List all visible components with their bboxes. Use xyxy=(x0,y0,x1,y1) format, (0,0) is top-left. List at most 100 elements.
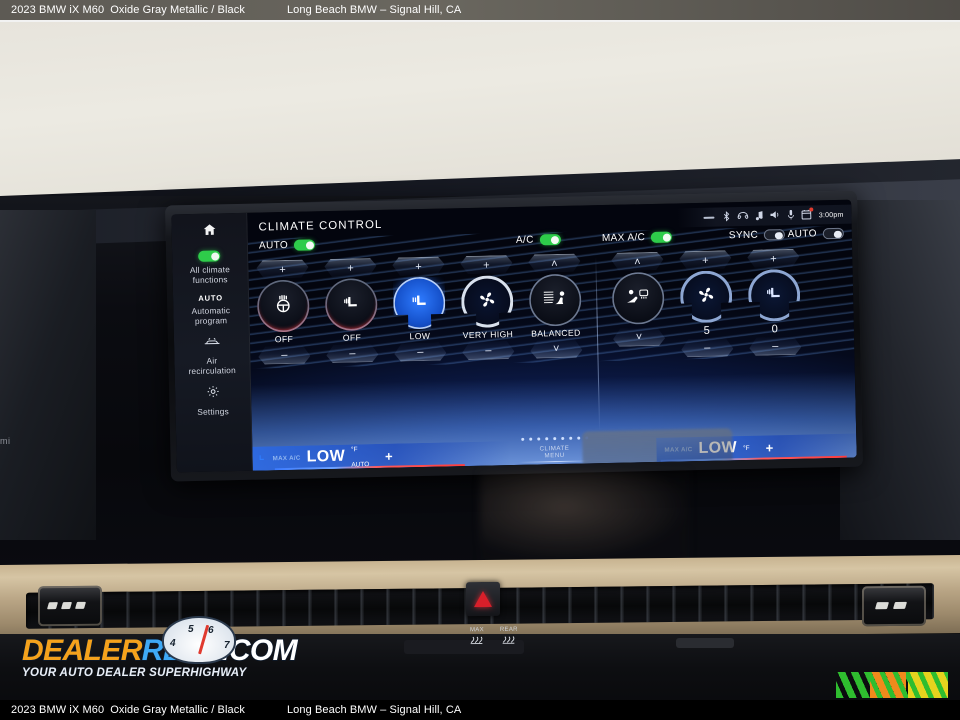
climate-menu-button[interactable]: CLIMATE MENU xyxy=(516,444,592,463)
display-glass[interactable]: All climate functions AUTO Automatic pro… xyxy=(171,199,857,473)
max-ac-label-left: MAX A/C xyxy=(272,454,301,462)
dial-face[interactable] xyxy=(748,269,801,322)
caption-colors-top: Oxide Gray Metallic / Black xyxy=(110,4,245,16)
sidebar-label-automatic-2: program xyxy=(194,315,228,326)
decrease-button[interactable]: – xyxy=(326,344,378,363)
fan-icon xyxy=(477,289,498,314)
all-climate-functions-toggle[interactable] xyxy=(198,250,221,262)
dial-fan-speed-driver[interactable]: + VERY HIGH – xyxy=(452,255,524,444)
dial-face[interactable] xyxy=(680,270,733,323)
dial-face[interactable] xyxy=(528,273,582,327)
left-pillar xyxy=(0,210,96,540)
increase-button[interactable]: + xyxy=(747,249,799,268)
max-defrost-button[interactable]: MAX xyxy=(470,627,484,647)
air-recirculation-icon[interactable] xyxy=(201,334,221,352)
driver-zone[interactable]: + OFF – + OFF – + LOW – + VERY HIGH – ˄ … xyxy=(248,253,592,448)
vent-left[interactable] xyxy=(38,585,102,627)
status-clock: 3:00pm xyxy=(818,211,844,220)
decrease-button[interactable]: – xyxy=(749,337,801,356)
increase-button[interactable]: + xyxy=(256,259,308,278)
phone-icon xyxy=(738,211,749,222)
decrease-button[interactable]: – xyxy=(258,345,310,364)
dial-steering-wheel-heating[interactable]: + OFF – xyxy=(248,259,320,448)
vent-right[interactable] xyxy=(862,585,926,627)
bluetooth-icon xyxy=(723,210,731,223)
seat-climate-icon[interactable] xyxy=(255,452,266,466)
increase-button[interactable]: + xyxy=(392,257,444,276)
caption-bar-bottom: 2023 BMW iX M60 Oxide Gray Metallic / Bl… xyxy=(0,700,960,720)
decrease-button[interactable]: – xyxy=(462,341,514,360)
rear-defrost-button[interactable]: REAR xyxy=(500,627,518,647)
toggle-switch-sync[interactable] xyxy=(764,229,786,241)
driver-temp-value[interactable]: LOW xyxy=(306,448,345,467)
dial-face[interactable] xyxy=(256,279,310,333)
auto-text-icon: AUTO xyxy=(198,293,223,303)
passenger-temp-increase-button[interactable]: + xyxy=(765,440,773,455)
dial-fan-speed-passenger[interactable]: + 5 – xyxy=(671,250,743,439)
dial-air-distribution-passenger[interactable]: ˄ ˅ xyxy=(603,252,675,441)
toggle-label: AUTO xyxy=(258,239,289,252)
toggle-auto-driver[interactable]: AUTO xyxy=(258,239,316,252)
home-icon[interactable] xyxy=(202,222,216,241)
decrease-button[interactable]: – xyxy=(394,342,446,361)
gear-icon[interactable] xyxy=(205,384,219,403)
dial-seat-heating-driver[interactable]: + OFF – xyxy=(316,258,388,447)
passenger-zone[interactable]: ˄ ˅ + 5 – + 0 – xyxy=(603,249,811,441)
climate-sidebar[interactable]: All climate functions AUTO Automatic pro… xyxy=(171,212,253,473)
defrost-icon xyxy=(470,633,484,647)
toggle-switch-auto-driver[interactable] xyxy=(294,239,316,251)
zone-divider xyxy=(595,257,601,432)
hazard-warning-icon xyxy=(474,590,492,608)
dial-value: 0 xyxy=(771,323,779,336)
toggle-label: AUTO xyxy=(787,228,817,241)
increase-button[interactable]: + xyxy=(324,258,376,277)
caption-vehicle-top: 2023 BMW iX M60 xyxy=(11,4,105,16)
dial-air-distribution-driver[interactable]: ˄ BALANCED ˅ xyxy=(520,253,592,442)
toggle-auto-passenger[interactable]: AUTO xyxy=(787,227,844,241)
steering-wheel-heat-icon xyxy=(272,292,295,319)
decrease-button[interactable]: – xyxy=(681,338,733,357)
dial-seat-heating-passenger[interactable]: + 0 – xyxy=(739,249,811,438)
dial-face[interactable] xyxy=(324,277,378,332)
up-button[interactable]: ˄ xyxy=(611,252,663,271)
dial-value: OFF xyxy=(342,332,362,343)
increase-button[interactable]: + xyxy=(679,250,731,269)
climate-menu-line2: MENU xyxy=(544,451,565,459)
rear-defrost-icon xyxy=(500,633,518,647)
caption-dealer-top: Long Beach BMW – Signal Hill, CA xyxy=(286,4,462,16)
minimize-icon[interactable] xyxy=(703,216,715,219)
dial-face[interactable] xyxy=(611,271,665,325)
down-button[interactable]: ˅ xyxy=(613,328,665,347)
driver-temp-increase-button[interactable]: + xyxy=(385,448,393,463)
down-button[interactable]: ˅ xyxy=(530,340,582,359)
climate-zones[interactable]: + OFF – + OFF – + LOW – + VERY HIGH – ˄ … xyxy=(248,248,856,449)
gauge-number-7: 7 xyxy=(224,640,230,651)
dashboard-slot-right xyxy=(676,638,734,648)
music-note-icon xyxy=(756,210,764,222)
caption-bar-top: 2023 BMW iX M60 Oxide Gray Metallic / Bl… xyxy=(0,0,960,20)
toggle-sync[interactable]: SYNC xyxy=(729,229,786,241)
increase-button[interactable]: + xyxy=(460,255,512,274)
caption-colors-bottom: Oxide Gray Metallic / Black xyxy=(110,704,245,716)
toggle-ac[interactable]: A/C xyxy=(516,233,561,246)
caption-vehicle-bottom: 2023 BMW iX M60 xyxy=(11,704,105,716)
hazard-warning-button[interactable] xyxy=(466,581,500,617)
toggle-switch-max-ac[interactable] xyxy=(651,231,673,243)
dial-face[interactable] xyxy=(393,276,446,329)
up-button[interactable]: ˄ xyxy=(528,254,580,273)
defrost-buttons[interactable]: MAX REAR xyxy=(470,627,518,648)
dial-seat-ventilation-driver[interactable]: + LOW – xyxy=(384,256,456,445)
sidebar-item-all-climate-functions[interactable]: All climate functions xyxy=(190,250,231,285)
sidebar-item-settings[interactable]: Settings xyxy=(197,384,229,417)
sidebar-item-automatic-program[interactable]: AUTO Automatic program xyxy=(191,293,230,326)
sidebar-item-air-recirculation[interactable]: Air recirculation xyxy=(188,334,236,376)
sidebar-label-settings: Settings xyxy=(197,406,229,417)
dial-face[interactable] xyxy=(461,275,514,328)
seat-heat-icon xyxy=(340,291,363,318)
dial-value: BALANCED xyxy=(531,327,581,339)
toggle-switch-auto-passenger[interactable] xyxy=(822,227,844,240)
climate-main-panel[interactable]: CLIMATE CONTROL 3:00pm AUTO A/C MAX A/C … xyxy=(247,199,857,471)
toggle-max-ac[interactable]: MAX A/C xyxy=(602,231,673,244)
toggle-switch-ac[interactable] xyxy=(539,233,561,246)
infotainment-display[interactable]: All climate functions AUTO Automatic pro… xyxy=(165,190,863,482)
